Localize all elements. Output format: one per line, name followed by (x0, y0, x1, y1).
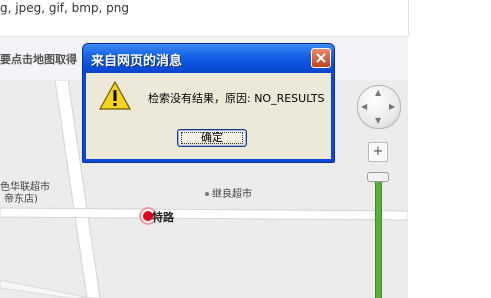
dialog-body: 检索没有结果，原因: NO_RESULTS 确定 (86, 73, 331, 159)
focus-ring (181, 132, 243, 144)
pan-up-icon[interactable]: ▲ (375, 89, 381, 97)
road-label: 特路 (152, 211, 174, 224)
poi-hualian-branch: 帝东店) (4, 190, 38, 205)
dialog-titlebar[interactable]: 来自网页的消息 (83, 44, 334, 73)
allowed-formats-text: g, jpeg, gif, bmp, png (0, 1, 130, 15)
pan-left-icon[interactable]: ◀ (361, 103, 367, 111)
close-icon (316, 53, 326, 63)
pan-right-icon[interactable]: ▶ (389, 103, 395, 111)
poi-label: 帝东店) (4, 194, 38, 205)
poi-dot-icon (205, 192, 209, 196)
zoom-slider-thumb[interactable] (367, 172, 389, 182)
poi-jiliang-supermarket[interactable]: 继良超市 (205, 185, 252, 200)
alert-dialog: 来自网页的消息 检索没有结果，原因: NO_RESULTS 确定 (82, 43, 335, 163)
poi-label: 继良超市 (212, 189, 252, 200)
ok-button[interactable]: 确定 (177, 129, 247, 147)
pan-down-icon[interactable]: ▼ (375, 117, 381, 125)
pan-control[interactable]: ▲ ▼ ◀ ▶ (357, 85, 401, 129)
dialog-message: 检索没有结果，原因: NO_RESULTS (148, 92, 325, 105)
zoom-in-button[interactable]: + (368, 142, 388, 162)
upload-format-strip: g, jpeg, gif, bmp, png (0, 0, 409, 36)
right-pane (409, 0, 491, 298)
map-hint-text: 要点击地图取得 (0, 53, 77, 66)
zoom-slider-track[interactable] (375, 178, 382, 298)
dialog-title: 来自网页的消息 (91, 54, 183, 69)
close-button[interactable] (311, 48, 331, 68)
warning-icon (99, 81, 131, 110)
